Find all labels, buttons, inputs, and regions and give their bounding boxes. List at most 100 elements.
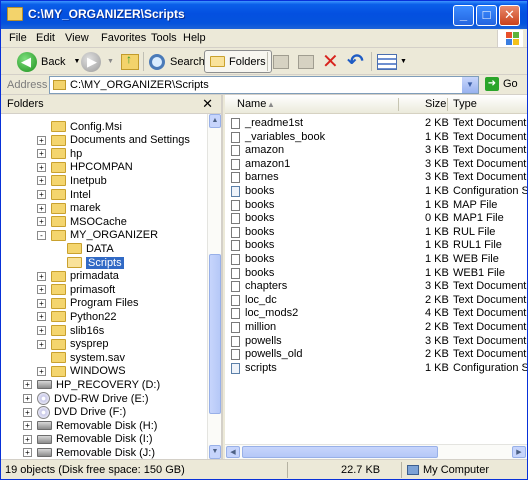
tree-expander-icon[interactable]: + xyxy=(37,298,46,308)
tree-item[interactable]: Removable Disk (I:) xyxy=(37,433,153,446)
scroll-right-icon[interactable]: ▶ xyxy=(512,446,526,458)
menu-favorites[interactable]: Favorites xyxy=(101,32,146,44)
tree-item[interactable]: sysprep xyxy=(51,338,109,351)
scroll-left-icon[interactable]: ◀ xyxy=(226,446,240,458)
tree-item[interactable]: DVD-RW Drive (E:) xyxy=(37,392,149,405)
tree-expander-icon[interactable]: + xyxy=(37,326,46,335)
vertical-scrollbar[interactable]: ▲ ▼ xyxy=(207,114,221,459)
file-row[interactable]: loc_dc 2 KB Text Document xyxy=(225,294,527,308)
tree-expander-icon[interactable]: + xyxy=(37,149,46,159)
tree-item[interactable]: Program Files xyxy=(51,297,138,310)
tree-item[interactable]: Documents and Settings xyxy=(51,134,190,147)
file-row[interactable]: _readme1st 2 KB Text Document xyxy=(225,117,527,131)
tree-expander-icon[interactable]: + xyxy=(23,421,32,431)
tree-expander-icon[interactable]: + xyxy=(37,366,46,376)
tree-item[interactable]: HPCOMPAN xyxy=(51,161,133,174)
tree-expander-icon[interactable]: - xyxy=(37,230,46,240)
close-pane-icon[interactable]: ✕ xyxy=(202,96,213,112)
folders-button[interactable]: Folders xyxy=(204,50,272,73)
scroll-up-icon[interactable]: ▲ xyxy=(209,114,221,128)
tree-expander-icon[interactable]: + xyxy=(23,380,32,390)
file-row[interactable]: books 0 KB MAP1 File xyxy=(225,212,527,226)
tree-item[interactable]: Inetpub xyxy=(51,174,107,187)
search-button[interactable]: Search xyxy=(149,50,205,73)
tree-item[interactable]: hp xyxy=(51,147,82,160)
scroll-thumb[interactable] xyxy=(242,446,438,458)
tree-expander-icon[interactable]: + xyxy=(37,339,46,349)
file-row[interactable]: amazon1 3 KB Text Document xyxy=(225,158,527,172)
file-row[interactable]: powells_old 2 KB Text Document xyxy=(225,348,527,362)
file-row[interactable]: chapters 3 KB Text Document xyxy=(225,280,527,294)
file-row[interactable]: million 2 KB Text Document xyxy=(225,321,527,335)
column-divider[interactable] xyxy=(398,98,399,111)
address-input[interactable]: C:\MY_ORGANIZER\Scripts ▼ xyxy=(49,76,479,94)
tree-item[interactable]: DATA xyxy=(67,242,114,255)
scroll-down-icon[interactable]: ▼ xyxy=(209,445,221,459)
tree-item[interactable]: Scripts xyxy=(67,256,124,269)
file-row[interactable]: books 1 KB WEB File xyxy=(225,253,527,267)
delete-button[interactable]: ✕ xyxy=(322,50,339,73)
tree-expander-icon[interactable]: + xyxy=(37,217,46,227)
address-dropdown-icon[interactable]: ▼ xyxy=(462,77,478,93)
tree-expander-icon[interactable]: + xyxy=(37,135,46,145)
tree-item[interactable]: slib16s xyxy=(51,324,104,337)
chevron-down-icon[interactable]: ▼ xyxy=(107,58,114,65)
menu-edit[interactable]: Edit xyxy=(36,32,55,44)
chevron-down-icon[interactable]: ▼ xyxy=(73,58,80,65)
views-button[interactable]: ▼ xyxy=(377,50,407,73)
copy-to-button[interactable] xyxy=(298,50,314,73)
forward-button[interactable]: ▶ ▼ xyxy=(81,50,114,73)
tree-item[interactable]: HP_RECOVERY (D:) xyxy=(37,378,160,391)
go-button[interactable]: ➜ Go xyxy=(485,77,518,91)
horizontal-scrollbar[interactable]: ◀ ▶ xyxy=(225,444,527,459)
menu-view[interactable]: View xyxy=(65,32,89,44)
tree-expander-icon[interactable]: + xyxy=(37,285,46,295)
tree-expander-icon[interactable]: + xyxy=(23,394,32,403)
column-type[interactable]: Type xyxy=(453,98,477,110)
tree-expander-icon[interactable]: + xyxy=(37,162,46,172)
tree-expander-icon[interactable]: + xyxy=(23,407,32,417)
file-row[interactable]: books 1 KB MAP File xyxy=(225,199,527,213)
tree-item[interactable]: Intel xyxy=(51,188,91,201)
title-bar[interactable]: C:\MY_ORGANIZER\Scripts _ □ ✕ xyxy=(1,1,527,29)
file-row[interactable]: powells 3 KB Text Document xyxy=(225,335,527,349)
tree-item[interactable]: Removable Disk (J:) xyxy=(37,446,155,459)
tree-item[interactable]: Python22 xyxy=(51,310,116,323)
chevron-down-icon[interactable]: ▼ xyxy=(400,58,407,65)
file-row[interactable]: barnes 3 KB Text Document xyxy=(225,171,527,185)
tree-expander-icon[interactable]: + xyxy=(37,176,46,186)
tree-expander-icon[interactable]: + xyxy=(23,434,32,444)
tree-item[interactable]: MSOCache xyxy=(51,215,127,228)
tree-item[interactable]: Removable Disk (H:) xyxy=(37,419,157,432)
tree-expander-icon[interactable]: + xyxy=(37,271,46,281)
close-button[interactable]: ✕ xyxy=(499,5,520,26)
tree-item[interactable]: Config.Msi xyxy=(51,120,122,133)
file-row[interactable]: books 1 KB RUL File xyxy=(225,226,527,240)
minimize-button[interactable]: _ xyxy=(453,5,474,26)
menu-help[interactable]: Help xyxy=(183,32,206,44)
column-divider[interactable] xyxy=(447,98,448,111)
file-row[interactable]: loc_mods2 4 KB Text Document xyxy=(225,307,527,321)
tree-item[interactable]: MY_ORGANIZER xyxy=(51,229,158,242)
tree-item[interactable]: DVD Drive (F:) xyxy=(37,405,126,419)
up-folder-button[interactable]: ↑ xyxy=(121,50,139,73)
file-row[interactable]: books 1 KB Configuration Setti xyxy=(225,185,527,199)
menu-tools[interactable]: Tools xyxy=(151,32,177,44)
move-to-button[interactable] xyxy=(273,50,289,73)
tree-expander-icon[interactable]: + xyxy=(37,203,46,213)
column-size[interactable]: Size xyxy=(425,98,446,110)
back-button[interactable]: ◀ Back ▼ xyxy=(17,50,80,73)
undo-button[interactable]: ↶ xyxy=(347,50,364,73)
file-row[interactable]: books 1 KB RUL1 File xyxy=(225,239,527,253)
tree-item[interactable]: marek xyxy=(51,202,101,215)
tree-item[interactable]: primadata xyxy=(51,270,119,283)
tree-expander-icon[interactable]: + xyxy=(23,448,32,458)
file-row[interactable]: _variables_book 1 KB Text Document xyxy=(225,131,527,145)
maximize-button[interactable]: □ xyxy=(476,5,497,26)
file-row[interactable]: amazon 3 KB Text Document xyxy=(225,144,527,158)
file-row[interactable]: scripts 1 KB Configuration Setti xyxy=(225,362,527,376)
tree-item[interactable]: primasoft xyxy=(51,283,115,296)
tree-expander-icon[interactable]: + xyxy=(37,312,46,322)
tree-expander-icon[interactable]: + xyxy=(37,190,46,199)
scroll-thumb[interactable] xyxy=(209,254,221,414)
